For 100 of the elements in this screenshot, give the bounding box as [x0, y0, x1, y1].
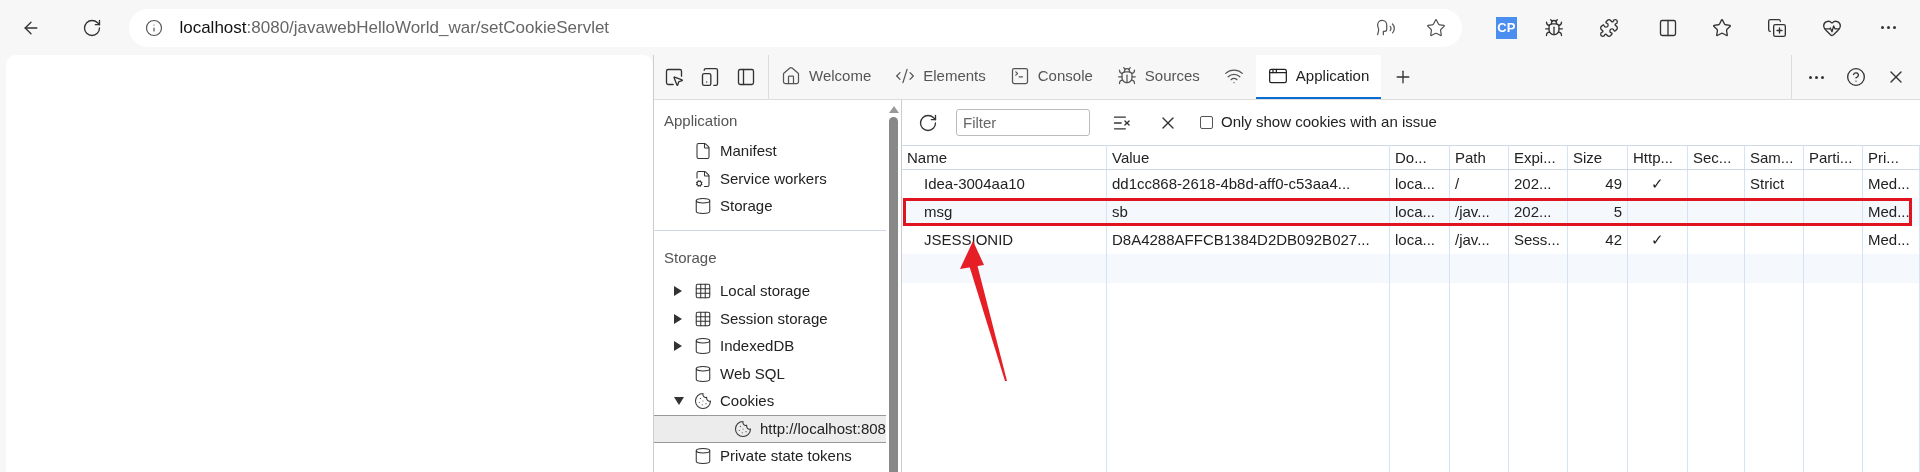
cookie-icon	[734, 419, 752, 438]
database-icon	[694, 337, 712, 356]
sidebar-item[interactable]: Service workers	[654, 165, 886, 193]
sidebar-item-label: Service workers	[720, 168, 827, 189]
more-icon	[1808, 75, 1824, 79]
code-icon	[895, 66, 916, 86]
sidebar-heading: Storage	[663, 248, 718, 268]
table-cell-text: ✓	[1651, 229, 1664, 250]
help-icon	[1846, 67, 1866, 87]
cookie-icon	[694, 392, 712, 411]
file-gear-icon	[694, 169, 712, 188]
sidebar-item[interactable]: IndexedDB	[654, 332, 886, 360]
table-cell-text: 202...	[1514, 201, 1552, 222]
sidebar-heading: Application	[663, 111, 739, 131]
sidebar-item-label: Storage	[720, 196, 773, 216]
bug-icon	[1544, 17, 1565, 38]
table-cell-text: loca...	[1395, 201, 1436, 222]
inspect-icon	[664, 67, 684, 87]
split-screen-icon	[1657, 17, 1678, 38]
sidebar-item[interactable]: Manifest	[654, 137, 886, 165]
grid-icon	[694, 309, 712, 328]
table-cell-text: Med...	[1868, 173, 1910, 194]
column-header[interactable]: Name	[902, 146, 1107, 169]
collections-icon	[1767, 17, 1788, 38]
sidebar-item-label: Private state tokens	[720, 446, 852, 466]
info-icon	[145, 18, 164, 37]
home-icon	[781, 66, 801, 86]
column-header[interactable]: Path	[1450, 146, 1509, 169]
table-cell-text: Sess...	[1514, 229, 1560, 250]
column-header[interactable]: Http...	[1628, 146, 1688, 169]
puzzle-icon	[1599, 17, 1619, 38]
expand-triangle-icon	[674, 286, 682, 297]
column-header[interactable]: Sec...	[1688, 146, 1745, 169]
sidebar-item[interactable]: Web SQL	[654, 360, 886, 388]
favorite-star-icon[interactable]	[1425, 17, 1446, 38]
database-icon	[694, 197, 712, 216]
sidebar-item-label: Web SQL	[720, 363, 785, 384]
sidebar-item-label: Manifest	[720, 141, 777, 161]
sidebar-item-label: http://localhost:808	[760, 418, 886, 439]
sidebar-item[interactable]: Cookies	[654, 387, 886, 415]
column-header[interactable]: Sam...	[1745, 146, 1804, 169]
table-cell-text: 42	[1605, 229, 1622, 250]
table-cell-text: 5	[1613, 201, 1622, 222]
table-cell-text: /jav...	[1455, 201, 1490, 222]
column-header[interactable]: Expi...	[1509, 146, 1568, 169]
bug-icon	[1116, 66, 1137, 86]
refresh-icon	[918, 112, 938, 133]
expand-triangle-icon	[674, 341, 682, 352]
database-icon	[694, 447, 712, 466]
sidebar-item[interactable]: Storage	[654, 192, 886, 220]
file-icon	[694, 142, 712, 161]
expand-triangle-icon	[674, 313, 682, 324]
terminal-icon	[1009, 66, 1030, 86]
grid-icon	[694, 282, 712, 301]
table-cell-text: Idea-3004aa10	[924, 173, 1025, 194]
sidebar-item-label: Session storage	[720, 308, 828, 329]
sidebar-item-label: Local storage	[720, 281, 811, 301]
table-cell-text: loca...	[1395, 173, 1436, 194]
devtools-tab[interactable]: Elements	[883, 55, 998, 99]
sidebar-item[interactable]: http://localhost:808	[654, 415, 886, 443]
table-cell-text: Med...	[1868, 229, 1910, 250]
database-icon	[694, 364, 712, 383]
table-cell-text: /jav...	[1455, 229, 1490, 250]
column-header[interactable]: Do...	[1390, 146, 1450, 169]
devtools-tab[interactable]: Welcome	[769, 55, 884, 99]
window-icon	[1267, 66, 1288, 86]
table-cell-text: /	[1455, 173, 1460, 194]
sidebar-item[interactable]: Private state tokens	[654, 442, 886, 470]
column-header[interactable]: Size	[1568, 146, 1628, 169]
sidebar-item[interactable]: Session storage	[654, 305, 886, 333]
favorites-icon	[1712, 17, 1733, 38]
table-cell-text: sb	[1112, 201, 1128, 222]
collapse-triangle-icon	[674, 397, 684, 406]
table-cell-text: dd1cc868-2618-4b8d-aff0-c53aa4...	[1112, 173, 1351, 194]
panel-icon	[736, 67, 756, 87]
column-header[interactable]: Pri...	[1863, 146, 1920, 169]
reload-icon	[82, 17, 103, 38]
sidebar-item[interactable]: Local storage	[654, 277, 886, 305]
table-cell-text: JSESSIONID	[924, 229, 1014, 250]
column-header[interactable]: Parti...	[1804, 146, 1863, 169]
sidebar-item-label: IndexedDB	[720, 336, 795, 356]
more-icon	[1881, 26, 1897, 29]
checkbox-label: Only show cookies with an issue	[1221, 112, 1437, 133]
table-cell-text: Strict	[1750, 173, 1785, 194]
devtools-tab[interactable]: Sources	[1104, 55, 1212, 99]
table-cell-text: D8A4288AFFCB1384D2DB092B027...	[1112, 229, 1370, 250]
devtools-tab[interactable]: Application	[1255, 55, 1382, 99]
address-text: localhost:8080/javawebHelloWorld_war/setCookieServlet	[179, 16, 610, 39]
table-cell-text: msg	[924, 201, 953, 222]
issue-checkbox[interactable]	[1200, 116, 1213, 129]
sidebar-item-label: Cookies	[720, 391, 775, 411]
table-cell-text: Med...	[1868, 201, 1910, 222]
read-aloud-icon[interactable]	[1375, 17, 1396, 38]
table-cell-text: loca...	[1395, 229, 1436, 250]
devtools-tab[interactable]: Console	[997, 55, 1105, 99]
address-bar[interactable]: localhost:8080/javawebHelloWorld_war/setCookieServlet	[129, 8, 1462, 47]
table-cell-text: 202...	[1514, 173, 1552, 194]
device-icon	[700, 67, 720, 87]
filter-field[interactable]: Filter	[956, 109, 1090, 136]
column-header[interactable]: Value	[1107, 146, 1390, 169]
